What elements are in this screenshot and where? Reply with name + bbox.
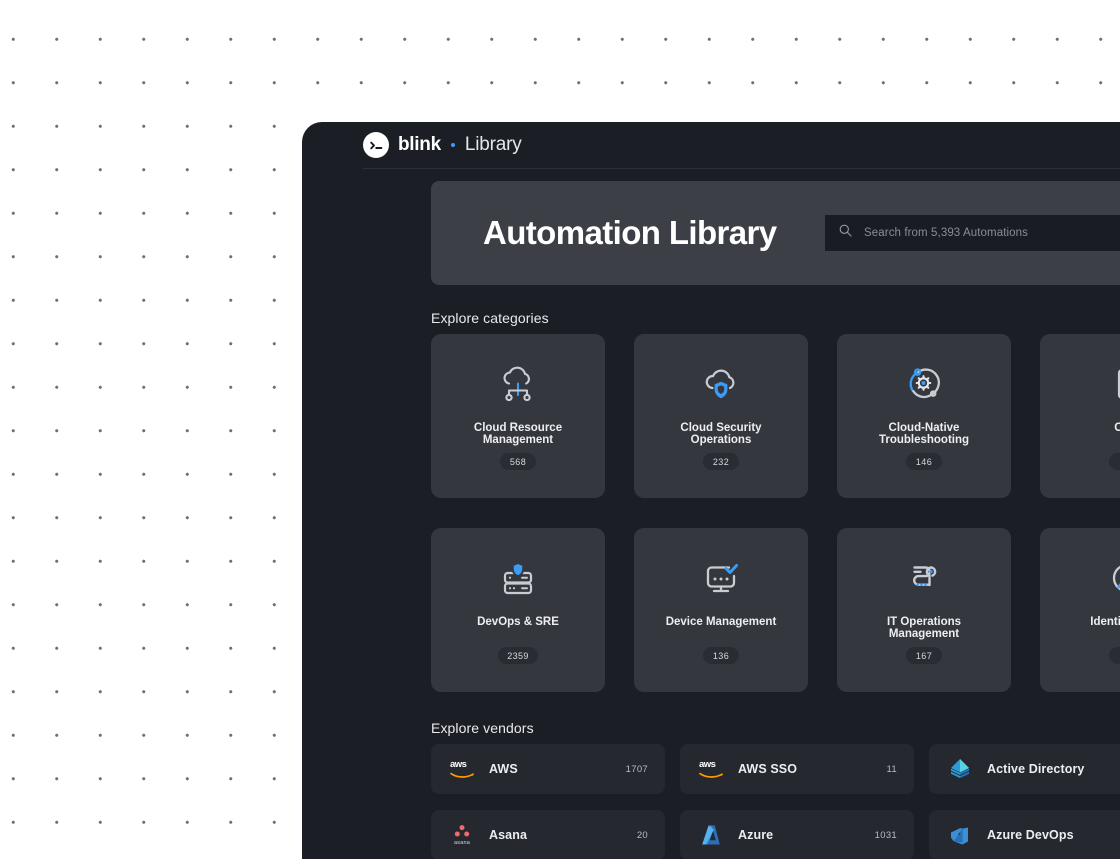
azure-devops-logo [947,822,973,848]
category-card-it-operations-management[interactable]: IT Operations Management 167 [837,528,1011,692]
category-count-badge: 1 [1109,647,1120,664]
search-placeholder: Search from 5,393 Automations [864,227,1028,239]
header-divider [363,168,1120,169]
vendor-name: AWS [489,762,518,776]
category-card-compliance[interactable]: Com 1 [1040,334,1120,498]
brand-separator-dot [451,143,455,147]
brand-name: blink [398,134,441,156]
category-label: DevOps & SRE [453,616,583,628]
vendor-card-azure-devops[interactable]: Azure DevOps [929,810,1120,859]
category-card-cloud-resource-management[interactable]: Cloud Resource Management 568 [431,334,605,498]
vendor-count: 1707 [626,764,648,775]
azure-logo [698,822,724,848]
vendor-name: AWS SSO [738,762,797,776]
blink-terminal-icon [363,132,389,158]
category-count-badge: 2359 [498,647,538,664]
vendor-count: 20 [637,830,648,841]
category-count-badge: 232 [703,453,739,470]
pipeline-key-icon [902,555,946,601]
identity-user-icon [1105,555,1120,601]
vendor-card-active-directory[interactable]: Active Directory [929,744,1120,794]
vendor-card-asana[interactable]: asana Asana 20 [431,810,665,859]
gear-orbit-icon [902,361,946,407]
app-header: blink Library [302,122,1120,169]
category-label: Cloud Security Operations [656,422,786,446]
vendor-name: Asana [489,828,527,842]
category-count-badge: 1 [1109,453,1120,470]
category-count-badge: 167 [906,647,942,664]
category-count-badge: 146 [906,453,942,470]
monitor-check-icon [699,555,743,601]
brand-subtitle: Library [465,134,522,156]
vendor-card-azure[interactable]: Azure 1031 [680,810,914,859]
vendor-name: Azure DevOps [987,828,1074,842]
category-label: IT Operations Management [859,616,989,640]
server-shield-icon [496,555,540,601]
app-panel: blink Library Automation Library Search … [302,122,1120,859]
category-card-cloud-security-operations[interactable]: Cloud Security Operations 232 [634,334,808,498]
aws-logo: aws [698,756,724,782]
vendors-section-heading: Explore vendors [431,720,534,736]
category-label: Cloud-Native Troubleshooting [859,422,989,446]
category-label: Cloud Resource Management [453,422,583,446]
category-card-device-management[interactable]: Device Management 136 [634,528,808,692]
cloud-network-icon [496,361,540,407]
vendor-name: Active Directory [987,762,1084,776]
asana-logo: asana [449,822,475,848]
vendor-card-aws-sso[interactable]: aws AWS SSO 11 [680,744,914,794]
category-label: Com [1062,422,1120,434]
document-lock-icon [1105,361,1120,407]
category-card-cloud-native-troubleshooting[interactable]: Cloud-Native Troubleshooting 146 [837,334,1011,498]
category-count-badge: 136 [703,647,739,664]
page-title: Automation Library [483,214,777,252]
vendor-card-aws[interactable]: aws AWS 1707 [431,744,665,794]
category-grid: Cloud Resource Management 568 Cloud Secu… [431,334,1120,692]
search-input[interactable]: Search from 5,393 Automations [825,215,1120,251]
active-directory-logo [947,756,973,782]
category-card-identity-management[interactable]: Identity Mana 1 [1040,528,1120,692]
hero-banner: Automation Library Search from 5,393 Aut… [431,181,1120,285]
category-count-badge: 568 [500,453,536,470]
category-label: Identity Mana [1062,616,1120,628]
categories-section-heading: Explore categories [431,310,549,326]
search-icon [839,224,852,242]
category-label: Device Management [656,616,786,628]
aws-logo: aws [449,756,475,782]
vendor-count: 1031 [875,830,897,841]
vendor-name: Azure [738,828,773,842]
cloud-shield-icon [699,361,743,407]
vendor-grid: aws AWS 1707 aws [431,744,1120,859]
category-card-devops-sre[interactable]: DevOps & SRE 2359 [431,528,605,692]
vendor-count: 11 [887,764,897,775]
brand-logo[interactable]: blink Library [363,132,522,158]
